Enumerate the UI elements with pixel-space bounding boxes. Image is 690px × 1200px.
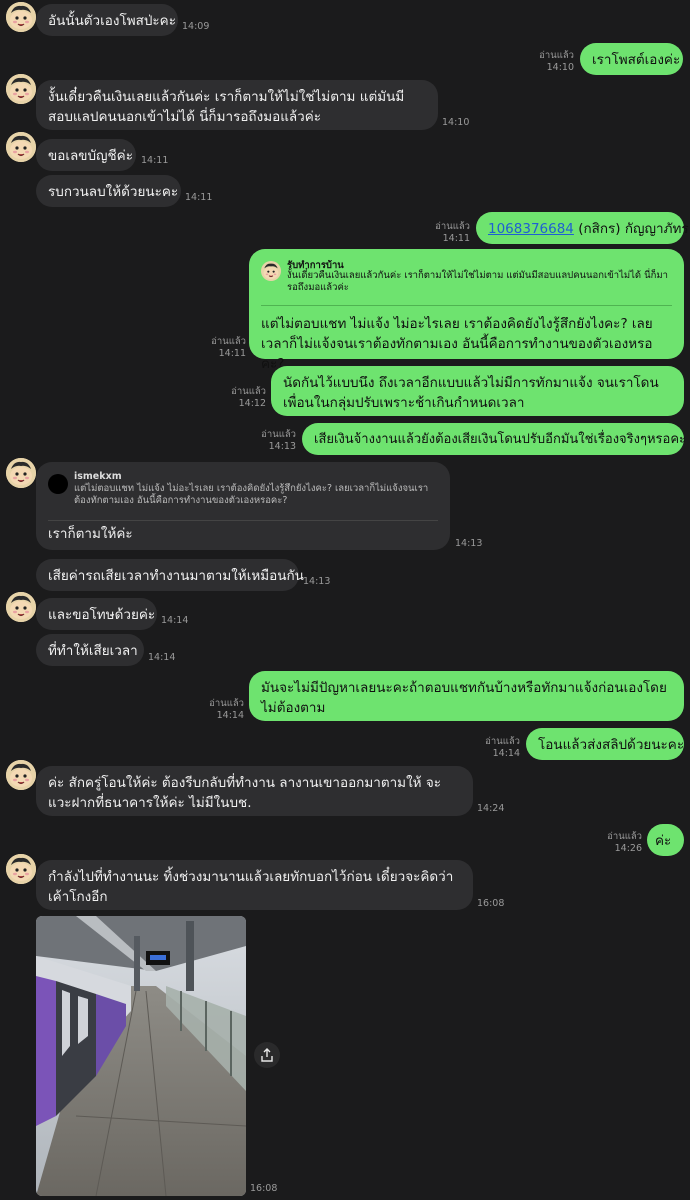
message-bubble-in[interactable]: อันนั้นตัวเองโพสป่ะคะ xyxy=(36,4,178,36)
message-text: โอนแล้วส่งสลิปด้วยนะคะ xyxy=(538,737,685,753)
sender-avatar[interactable] xyxy=(6,458,36,488)
sender-avatar[interactable] xyxy=(6,132,36,162)
read-status: อ่านแล้ว 14:14 xyxy=(485,736,520,759)
message-text: กำลังไปที่ทำงานนะ ทิ้งช่วงมานานแล้วเลยทั… xyxy=(48,869,454,905)
sender-avatar[interactable] xyxy=(6,592,36,622)
message-text: (กสิกร) กัญญาภัทร xyxy=(573,221,689,237)
message-time: 14:14 xyxy=(161,615,189,626)
message-text: รบกวนลบให้ด้วยนะคะ xyxy=(48,184,179,200)
quoted-avatar xyxy=(261,261,281,281)
read-status: อ่านแล้ว 14:11 xyxy=(211,336,246,359)
message-text: มันจะไม่มีปัญหาเลยนะคะถ้าตอบแชทกันบ้างหร… xyxy=(261,680,667,716)
message-text: ค่ะ สักครู่โอนให้ค่ะ ต้องรีบกลับที่ทำงาน… xyxy=(48,775,442,811)
read-status: อ่านแล้ว 14:10 xyxy=(539,50,574,73)
message-text: ขอเลขบัญชีค่ะ xyxy=(48,148,133,164)
message-text: เสียเงินจ้างงานแล้วยังต้องเสียเงินโดนปรั… xyxy=(314,432,687,447)
train-platform-photo xyxy=(36,916,246,1196)
message-bubble-in[interactable]: กำลังไปที่ทำงานนะ ทิ้งช่วงมานานแล้วเลยทั… xyxy=(36,860,473,910)
share-button[interactable] xyxy=(254,1042,280,1068)
message-time: 16:08 xyxy=(250,1183,278,1194)
message-text: ที่ทำให้เสียเวลา xyxy=(48,643,138,659)
read-status: อ่านแล้ว 14:14 xyxy=(209,698,244,721)
quoted-avatar xyxy=(48,474,68,494)
quoted-text: แต่ไม่ตอบแชท ไม่แจ้ง ไม่อะไรเลย เราต้องค… xyxy=(74,483,429,506)
message-text: นัดกันไว้แบบนึง ถึงเวลาอีกแบบแล้วไม่มีกา… xyxy=(283,375,659,411)
quoted-sender-name: ismekxm xyxy=(74,471,122,482)
message-text: เราโพสต์เองค่ะ xyxy=(592,52,681,68)
message-text: งั้นเดี๋ยวคืนเงินเลยแล้วกันค่ะ เราก็ตามใ… xyxy=(48,89,405,125)
message-bubble-in[interactable]: รบกวนลบให้ด้วยนะคะ xyxy=(36,175,181,207)
read-status: อ่านแล้ว 14:11 xyxy=(435,221,470,244)
message-bubble-out[interactable]: มันจะไม่มีปัญหาเลยนะคะถ้าตอบแชทกันบ้างหร… xyxy=(249,671,684,721)
message-time: 14:14 xyxy=(148,652,176,663)
sender-avatar[interactable] xyxy=(6,854,36,884)
message-text: เสียค่ารถเสียเวลาทำงานมาตามให้เหมือนกัน xyxy=(48,568,304,584)
message-bubble-in[interactable]: และขอโทษด้วยค่ะ xyxy=(36,598,157,630)
reply-bubble-out[interactable]: รับทำการบ้าน งั้นเดี๋ยวคืนเงินเลยแล้วกัน… xyxy=(249,249,684,372)
quoted-text: งั้นเดี๋ยวคืนเงินเลยแล้วกันค่ะ เราก็ตามใ… xyxy=(287,270,668,293)
message-time: 14:11 xyxy=(185,192,213,203)
share-icon xyxy=(261,1048,273,1062)
sender-avatar[interactable] xyxy=(6,2,36,32)
message-bubble-in[interactable]: งั้นเดี๋ยวคืนเงินเลยแล้วกันค่ะ เราก็ตามใ… xyxy=(36,80,438,130)
photo-message[interactable] xyxy=(36,916,246,1196)
message-bubble-in[interactable]: เสียค่ารถเสียเวลาทำงานมาตามให้เหมือนกัน xyxy=(36,559,304,591)
quoted-message[interactable]: รับทำการบ้าน งั้นเดี๋ยวคืนเงินเลยแล้วกัน… xyxy=(261,257,672,306)
message-bubble-out[interactable]: เสียเงินจ้างงานแล้วยังต้องเสียเงินโดนปรั… xyxy=(302,423,687,455)
sender-avatar[interactable] xyxy=(6,74,36,104)
quoted-message[interactable]: ismekxm แต่ไม่ตอบแชท ไม่แจ้ง ไม่อะไรเลย … xyxy=(48,470,438,521)
account-number-link[interactable]: 1068376684 xyxy=(488,221,574,237)
message-bubble-out[interactable]: ค่ะ xyxy=(647,824,684,856)
message-time: 14:09 xyxy=(182,21,210,32)
message-text: อันนั้นตัวเองโพสป่ะคะ xyxy=(48,13,176,29)
message-time: 16:08 xyxy=(477,898,505,909)
sender-avatar[interactable] xyxy=(6,760,36,790)
read-status: อ่านแล้ว 14:12 xyxy=(231,386,266,409)
message-text: ค่ะ xyxy=(655,833,672,849)
read-status: อ่านแล้ว 14:13 xyxy=(261,429,296,452)
message-time: 14:13 xyxy=(455,538,483,549)
message-time: 14:10 xyxy=(442,117,470,128)
message-bubble-in[interactable]: ค่ะ สักครู่โอนให้ค่ะ ต้องรีบกลับที่ทำงาน… xyxy=(36,766,473,816)
message-time: 14:13 xyxy=(303,576,331,587)
read-status: อ่านแล้ว 14:26 xyxy=(607,831,642,854)
message-text: เราก็ตามให้ค่ะ xyxy=(48,526,133,542)
message-time: 14:24 xyxy=(477,803,505,814)
message-bubble-out[interactable]: โอนแล้วส่งสลิปด้วยนะคะ xyxy=(526,728,684,760)
message-bubble-in[interactable]: ขอเลขบัญชีค่ะ xyxy=(36,139,136,171)
message-bubble-out[interactable]: นัดกันไว้แบบนึง ถึงเวลาอีกแบบแล้วไม่มีกา… xyxy=(271,366,684,416)
message-bubble-out[interactable]: 1068376684 (กสิกร) กัญญาภัทร xyxy=(476,212,689,244)
message-bubble-out[interactable]: เราโพสต์เองค่ะ xyxy=(580,43,683,75)
message-text: และขอโทษด้วยค่ะ xyxy=(48,607,156,623)
reply-bubble-in[interactable]: ismekxm แต่ไม่ตอบแชท ไม่แจ้ง ไม่อะไรเลย … xyxy=(36,462,450,550)
message-bubble-in[interactable]: ที่ทำให้เสียเวลา xyxy=(36,634,144,666)
message-time: 14:11 xyxy=(141,155,169,166)
message-text: แต่ไม่ตอบแชท ไม่แจ้ง ไม่อะไรเลย เราต้องค… xyxy=(261,316,653,372)
